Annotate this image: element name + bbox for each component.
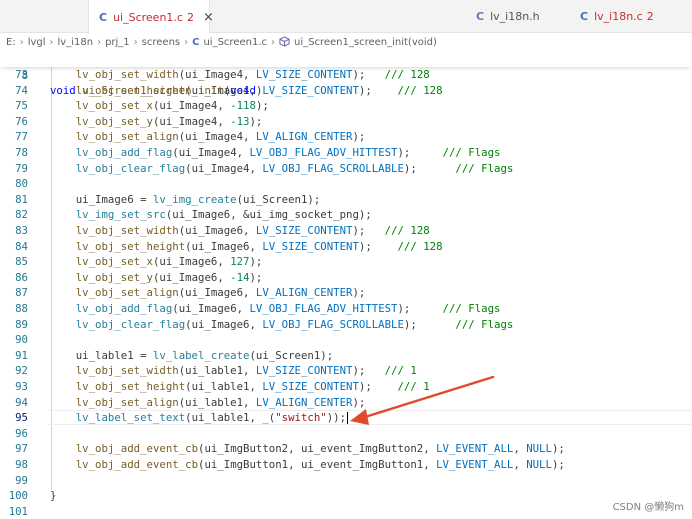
line-number: 8 <box>21 68 28 82</box>
watermark: CSDN @懒狗m <box>612 502 684 513</box>
sticky-scroll-header[interactable]: 8 void ui_Screen1_screen_init(void) <box>0 52 692 98</box>
code-line: 8 void ui_Screen1_screen_init(void) <box>0 52 263 98</box>
annotation-arrow <box>350 375 495 425</box>
code-text: void ui_Screen1_screen_init(void) <box>50 84 263 98</box>
